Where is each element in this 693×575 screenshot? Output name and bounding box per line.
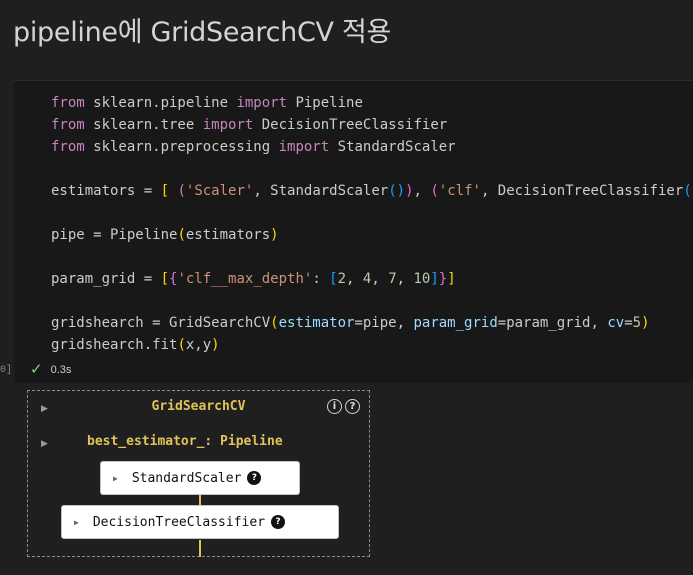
section-heading: pipeline에 GridSearchCV 적용 xyxy=(13,17,392,48)
code-line-2: from sklearn.tree import DecisionTreeCla… xyxy=(51,117,448,133)
code-line-9: param_grid = [{'clf__max_depth': [2, 4, … xyxy=(51,271,456,287)
step-label: DecisionTreeClassifier xyxy=(92,514,266,530)
code-cell[interactable]: from sklearn.pipeline import Pipeline fro… xyxy=(14,80,693,383)
help-icons: i ? xyxy=(327,399,360,414)
code-editor[interactable]: from sklearn.pipeline import Pipeline fro… xyxy=(51,92,693,356)
triangle-right-icon: ▶ xyxy=(113,473,118,483)
execution-time: 0.3s xyxy=(50,363,72,376)
code-line-7: pipe = Pipeline(estimators) xyxy=(51,227,279,243)
info-icon[interactable]: i xyxy=(327,399,342,414)
cell-status: ✓ 0.3s xyxy=(30,362,71,377)
help-icon[interactable]: ? xyxy=(271,515,286,529)
code-line-5: estimators = [ ('Scaler', StandardScaler… xyxy=(51,183,693,199)
step-standard-scaler[interactable]: ▶ StandardScaler ? xyxy=(100,461,300,495)
triangle-right-icon[interactable]: ▶ xyxy=(41,438,48,449)
gridsearch-label[interactable]: GridSearchCV xyxy=(28,399,369,414)
step-label: StandardScaler xyxy=(131,470,242,486)
execution-count: 0] xyxy=(0,365,13,376)
step-decision-tree[interactable]: ▶ DecisionTreeClassifier ? xyxy=(61,505,339,539)
estimator-diagram: ▶ GridSearchCV i ? ▶ best_estimator_: Pi… xyxy=(27,390,370,557)
help-icon[interactable]: ? xyxy=(345,399,360,414)
check-icon: ✓ xyxy=(30,361,43,378)
code-line-1: from sklearn.pipeline import Pipeline xyxy=(51,95,363,111)
help-icon[interactable]: ? xyxy=(247,471,262,485)
connector-line xyxy=(199,540,201,557)
code-line-3: from sklearn.preprocessing import Standa… xyxy=(51,139,456,155)
code-line-11: gridshearch = GridSearchCV(estimator=pip… xyxy=(51,315,650,331)
code-line-12: gridshearch.fit(x,y) xyxy=(51,337,220,353)
triangle-right-icon: ▶ xyxy=(74,517,79,527)
best-estimator-label[interactable]: best_estimator_: Pipeline xyxy=(87,434,283,449)
